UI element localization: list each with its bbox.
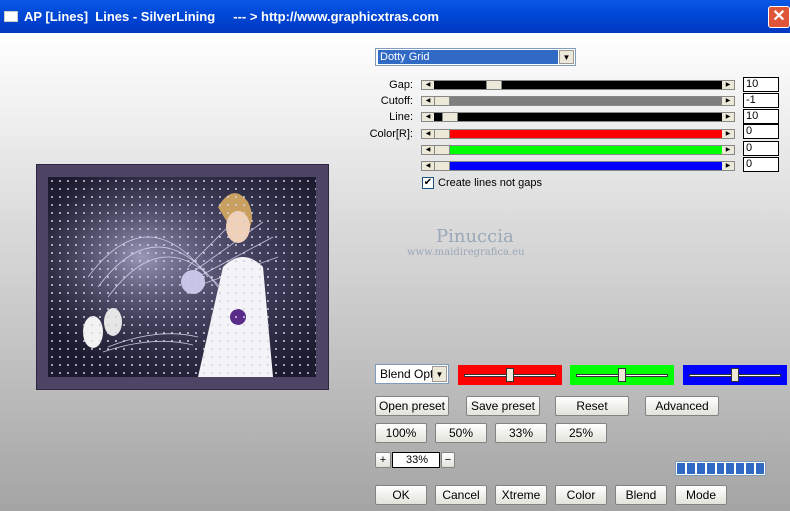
window-title: AP [Lines] Lines - SilverLining --- > ht… (24, 9, 439, 24)
zoom-33-button[interactable]: 33% (495, 423, 547, 443)
reset-button[interactable]: Reset (555, 396, 629, 416)
progress-segment (756, 463, 765, 474)
color-r-label: Color[R]: (369, 128, 413, 140)
blue-blend-slider[interactable] (683, 365, 787, 385)
chevron-down-icon[interactable]: ▼ (432, 366, 447, 382)
color-b-value[interactable]: 0 (743, 157, 779, 172)
line-label: Line: (389, 111, 413, 123)
arrow-left-icon[interactable]: ◀ (422, 97, 434, 105)
mode-button[interactable]: Mode (675, 485, 727, 505)
progress-segment (736, 463, 745, 474)
xtreme-button[interactable]: Xtreme (495, 485, 547, 505)
gap-label: Gap: (389, 79, 413, 91)
zoom-out-button[interactable]: − (441, 452, 455, 468)
progress-segment (716, 463, 725, 474)
color-b-slider[interactable]: ◀ ▶ (421, 161, 735, 171)
slider-fill (434, 81, 722, 89)
gap-slider[interactable]: ◀ ▶ (421, 80, 735, 90)
arrow-left-icon[interactable]: ◀ (422, 130, 434, 138)
progress-segment (686, 463, 695, 474)
arrow-right-icon[interactable]: ▶ (722, 97, 734, 105)
arrow-right-icon[interactable]: ▶ (722, 162, 734, 170)
blend-options-dropdown[interactable]: Blend Optio ▼ (375, 364, 449, 384)
progress-indicator (675, 461, 766, 476)
line-slider[interactable]: ◀ ▶ (421, 112, 735, 122)
blend-button[interactable]: Blend (615, 485, 667, 505)
progress-segment (677, 463, 685, 474)
arrow-left-icon[interactable]: ◀ (422, 81, 434, 89)
zoom-50-button[interactable]: 50% (435, 423, 487, 443)
preview-pane (0, 33, 366, 511)
dot-grid-overlay (48, 177, 316, 377)
zoom-25-button[interactable]: 25% (555, 423, 607, 443)
line-value[interactable]: 10 (743, 109, 779, 124)
color-g-slider[interactable]: ◀ ▶ (421, 145, 735, 155)
preview-image[interactable] (48, 177, 316, 377)
advanced-button[interactable]: Advanced (645, 396, 719, 416)
slider-thumb[interactable] (434, 161, 450, 171)
preview-frame (36, 164, 329, 390)
cutoff-value[interactable]: -1 (743, 93, 779, 108)
save-preset-button[interactable]: Save preset (466, 396, 540, 416)
slider-thumb[interactable] (731, 368, 739, 382)
slider-fill (434, 97, 722, 105)
close-button[interactable]: ✕ (768, 6, 790, 28)
green-blend-slider[interactable] (570, 365, 674, 385)
progress-segment (696, 463, 705, 474)
title-bar: AP [Lines] Lines - SilverLining --- > ht… (0, 0, 790, 33)
preset-dropdown[interactable]: Dotty Grid ▼ (375, 48, 576, 66)
slider-fill (434, 162, 722, 170)
slider-fill (434, 130, 722, 138)
create-lines-label: Create lines not gaps (438, 177, 542, 189)
color-button[interactable]: Color (555, 485, 607, 505)
color-r-slider[interactable]: ◀ ▶ (421, 129, 735, 139)
slider-thumb[interactable] (442, 112, 459, 122)
cutoff-slider[interactable]: ◀ ▶ (421, 96, 735, 106)
progress-segment (746, 463, 755, 474)
zoom-100-button[interactable]: 100% (375, 423, 427, 443)
watermark-site: www.maidiregrafica.eu (407, 247, 525, 258)
gap-value[interactable]: 10 (743, 77, 779, 92)
cutoff-label: Cutoff: (380, 95, 413, 107)
arrow-right-icon[interactable]: ▶ (722, 146, 734, 154)
arrow-right-icon[interactable]: ▶ (722, 81, 734, 89)
preset-selected: Dotty Grid (378, 50, 558, 64)
progress-segment (706, 463, 715, 474)
cancel-button[interactable]: Cancel (435, 485, 487, 505)
arrow-left-icon[interactable]: ◀ (422, 162, 434, 170)
slider-thumb[interactable] (434, 96, 450, 106)
open-preset-button[interactable]: Open preset (375, 396, 449, 416)
slider-thumb[interactable] (434, 145, 450, 155)
ok-button[interactable]: OK (375, 485, 427, 505)
progress-segment (726, 463, 735, 474)
zoom-in-button[interactable]: + (375, 452, 391, 468)
create-lines-checkbox[interactable]: ✔ (422, 177, 434, 189)
app-icon (4, 11, 18, 22)
slider-thumb[interactable] (434, 129, 450, 139)
slider-fill (434, 146, 722, 154)
color-g-value[interactable]: 0 (743, 141, 779, 156)
watermark-name: Pinuccia (436, 226, 514, 247)
slider-fill (434, 113, 722, 121)
arrow-right-icon[interactable]: ▶ (722, 113, 734, 121)
slider-thumb[interactable] (618, 368, 626, 382)
arrow-left-icon[interactable]: ◀ (422, 113, 434, 121)
zoom-value-field[interactable]: 33% (392, 452, 440, 468)
chevron-down-icon[interactable]: ▼ (559, 50, 574, 64)
blend-selected: Blend Optio (380, 367, 433, 381)
arrow-right-icon[interactable]: ▶ (722, 130, 734, 138)
arrow-left-icon[interactable]: ◀ (422, 146, 434, 154)
slider-thumb[interactable] (485, 80, 502, 90)
slider-thumb[interactable] (506, 368, 514, 382)
color-r-value[interactable]: 0 (743, 124, 779, 139)
red-blend-slider[interactable] (458, 365, 562, 385)
